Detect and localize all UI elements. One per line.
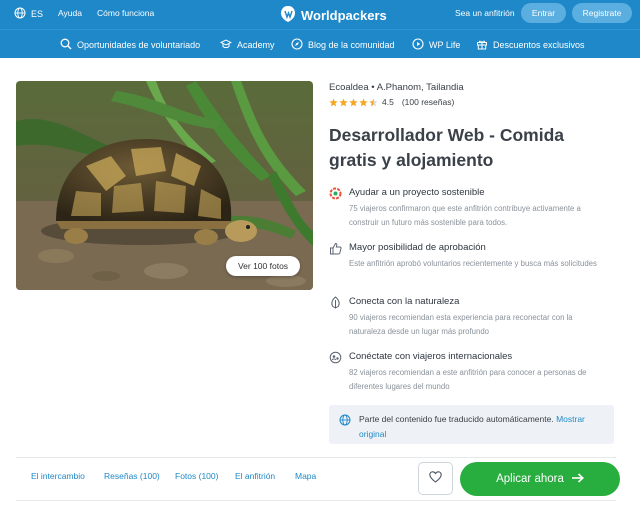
rating-stars xyxy=(329,97,378,107)
language-label: ES xyxy=(31,9,44,19)
nav-item-label: Academy xyxy=(237,40,275,50)
half-star-icon xyxy=(369,97,378,106)
translation-notice: Parte del contenido fue traducido automá… xyxy=(329,405,614,444)
feature-description: Este anfitrión aprobó voluntarios recien… xyxy=(349,259,597,268)
review-count[interactable]: (100 reseñas) xyxy=(402,97,454,107)
divider xyxy=(16,500,616,501)
help-link[interactable]: Ayuda xyxy=(58,8,82,18)
globe-people-icon xyxy=(329,351,342,364)
leaf-icon xyxy=(329,296,342,309)
nav-item-discounts[interactable]: Descuentos exclusivos xyxy=(476,38,585,52)
nav-item-label: Descuentos exclusivos xyxy=(493,40,585,50)
heart-icon xyxy=(429,470,442,488)
play-icon xyxy=(412,38,424,52)
become-host-link[interactable]: Sea un anfitrión xyxy=(455,8,515,18)
tab-reviews[interactable]: Reseñas (100) xyxy=(104,471,160,481)
compass-icon xyxy=(291,38,303,52)
brand-logo[interactable]: Worldpackers xyxy=(280,5,387,26)
translation-notice-text: Parte del contenido fue traducido automá… xyxy=(359,412,609,442)
nav-item-label: WP Life xyxy=(429,40,461,50)
star-icon xyxy=(329,97,338,106)
signup-button[interactable]: Registrate xyxy=(572,3,632,23)
main-nav: Oportunidades de voluntariado Academy Bl… xyxy=(0,29,640,58)
feature-description: 82 viajeros recomiendan a este anfitrión… xyxy=(349,368,587,391)
gift-icon xyxy=(476,38,488,52)
feature-title: Conéctate con viajeros internacionales xyxy=(349,351,513,362)
nav-item-blog[interactable]: Blog de la comunidad xyxy=(291,38,395,52)
graduation-cap-icon xyxy=(219,38,233,52)
favorite-button[interactable] xyxy=(418,462,453,495)
nav-item-wp-life[interactable]: WP Life xyxy=(412,38,460,52)
feature-title: Mayor posibilidad de aprobación xyxy=(349,242,486,253)
language-selector[interactable]: ES xyxy=(14,7,43,21)
nav-item-label: Blog de la comunidad xyxy=(308,40,395,50)
nav-item-label: Oportunidades de voluntariado xyxy=(77,40,201,50)
star-icon xyxy=(339,97,348,106)
rating-summary[interactable]: 4.5 (100 reseñas) xyxy=(329,97,454,107)
tab-exchange[interactable]: El intercambio xyxy=(31,471,85,481)
listing-title: Desarrollador Web - Comida gratis y aloj… xyxy=(329,125,565,170)
rating-value: 4.5 xyxy=(382,97,394,107)
sustainable-icon xyxy=(329,187,342,200)
globe-icon xyxy=(14,7,26,21)
listing-location: Ecoaldea • A.Phanom, Tailandia xyxy=(329,82,464,93)
star-icon xyxy=(349,97,358,106)
nav-item-volunteering[interactable]: Oportunidades de voluntariado xyxy=(60,38,200,52)
feature-title: Conecta con la naturaleza xyxy=(349,296,460,307)
search-icon xyxy=(60,38,72,52)
thumbs-up-icon xyxy=(329,242,342,255)
star-icon xyxy=(359,97,368,106)
apply-label: Aplicar ahora xyxy=(496,473,564,485)
translation-notice-message: Parte del contenido fue traducido automá… xyxy=(359,414,554,424)
how-it-works-link[interactable]: Cómo funciona xyxy=(97,8,154,18)
nav-item-academy[interactable]: Academy xyxy=(219,38,275,52)
login-button[interactable]: Entrar xyxy=(521,3,566,23)
feature-description: 75 viajeros confirmaron que este anfitri… xyxy=(349,204,581,227)
feature-description: 90 viajeros recomiendan esta experiencia… xyxy=(349,313,573,336)
feature-title: Ayudar a un proyecto sostenible xyxy=(349,187,485,198)
apply-button[interactable]: Aplicar ahora xyxy=(460,462,620,496)
divider xyxy=(16,457,616,458)
view-photos-button[interactable]: Ver 100 fotos xyxy=(226,256,300,276)
arrow-right-icon xyxy=(571,472,584,486)
tab-host[interactable]: El anfitrión xyxy=(235,471,275,481)
tab-photos[interactable]: Fotos (100) xyxy=(175,471,218,481)
worldpackers-logo-icon xyxy=(280,5,296,26)
top-header: ES Ayuda Cómo funciona Worldpackers Sea … xyxy=(0,0,640,29)
tab-map[interactable]: Mapa xyxy=(295,471,316,481)
brand-name: Worldpackers xyxy=(301,8,387,23)
globe-icon xyxy=(339,413,351,431)
